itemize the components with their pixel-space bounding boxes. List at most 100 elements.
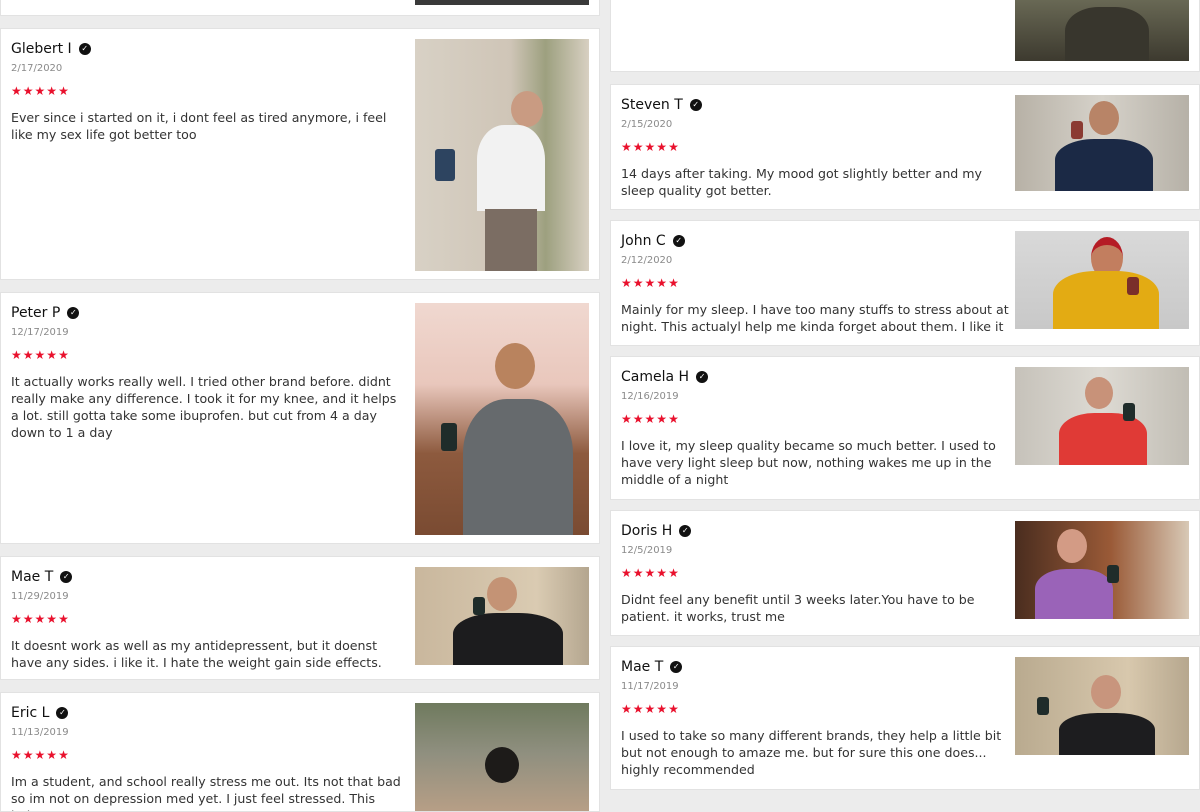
verified-icon: ✓: [679, 525, 692, 537]
review-photo[interactable]: [415, 567, 589, 665]
verified-icon: ✓: [60, 571, 73, 583]
star-rating: ★ ★ ★ ★ ★: [11, 613, 69, 625]
star-icon: ★: [46, 348, 58, 362]
review-text: 14 days after taking. My mood got slight…: [621, 166, 983, 198]
star-icon: ★: [656, 702, 668, 716]
star-icon: ★: [621, 140, 632, 154]
star-icon: ★: [34, 612, 46, 626]
star-icon: ★: [621, 412, 632, 426]
star-rating: ★ ★ ★ ★ ★: [11, 85, 69, 97]
review-card: Steven T ✓ 2/15/2020 ★ ★ ★ ★ ★ 14 days after …: [610, 84, 1200, 210]
review-date: 12/5/2019: [621, 545, 673, 556]
star-icon: ★: [11, 84, 22, 98]
star-rating: ★ ★ ★ ★ ★: [11, 749, 69, 761]
star-icon: ★: [58, 748, 69, 762]
review-photo[interactable]: [415, 703, 589, 811]
review-photo[interactable]: [1015, 521, 1189, 619]
review-date: 11/17/2019: [621, 681, 679, 692]
review-photo[interactable]: [415, 0, 589, 5]
review-text: Mainly for my sleep. I have too many stu…: [621, 302, 1009, 334]
star-icon: ★: [46, 84, 58, 98]
reviewer-name: Peter P: [11, 305, 61, 321]
star-icon: ★: [34, 84, 46, 98]
star-icon: ★: [46, 612, 58, 626]
star-icon: ★: [46, 748, 58, 762]
star-rating: ★ ★ ★ ★ ★: [621, 703, 679, 715]
reviewer-name: Steven T: [621, 97, 683, 113]
review-text: Didnt feel any benefit until 3 weeks lat…: [621, 592, 975, 624]
reviewer-name: Doris H: [621, 523, 673, 539]
review-card-partial-top-left: [0, 0, 600, 16]
reviewer-name: Eric L: [11, 705, 50, 721]
star-icon: ★: [58, 348, 69, 362]
review-photo[interactable]: [1015, 231, 1189, 329]
review-photo[interactable]: [415, 39, 589, 271]
review-date: 12/16/2019: [621, 391, 679, 402]
star-icon: ★: [34, 748, 46, 762]
star-icon: ★: [632, 566, 644, 580]
review-text: I used to take so many different brands,…: [621, 728, 1002, 777]
review-photo[interactable]: [1015, 95, 1189, 191]
star-icon: ★: [58, 84, 69, 98]
review-text: Im a student, and school really stress m…: [11, 774, 401, 811]
star-icon: ★: [22, 348, 34, 362]
review-card: Mae T ✓ 11/17/2019 ★ ★ ★ ★ ★ I used to take s…: [610, 646, 1200, 790]
star-rating: ★ ★ ★ ★ ★: [11, 349, 69, 361]
star-rating: ★ ★ ★ ★ ★: [621, 141, 679, 153]
star-icon: ★: [644, 140, 656, 154]
star-icon: ★: [644, 276, 656, 290]
verified-icon: ✓: [67, 307, 80, 319]
review-card: Camela H ✓ 12/16/2019 ★ ★ ★ ★ ★ I love it, my…: [610, 356, 1200, 500]
review-text: It actually works really well. I tried o…: [11, 374, 397, 440]
star-icon: ★: [11, 348, 22, 362]
star-icon: ★: [656, 412, 668, 426]
review-photo[interactable]: [1015, 367, 1189, 465]
verified-icon: ✓: [696, 371, 709, 383]
star-icon: ★: [632, 140, 644, 154]
review-date: 2/12/2020: [621, 255, 673, 266]
verified-icon: ✓: [672, 235, 685, 247]
review-text: I love it, my sleep quality became so mu…: [621, 438, 996, 487]
review-photo[interactable]: [1015, 657, 1189, 755]
reviewer-name: Glebert I: [11, 41, 72, 57]
review-text: It doesnt work as well as my antidepress…: [11, 638, 382, 670]
review-card-partial-top-right: [610, 0, 1200, 72]
star-icon: ★: [22, 84, 34, 98]
star-icon: ★: [668, 702, 679, 716]
review-card: John C ✓ 2/12/2020 ★ ★ ★ ★ ★ Mainly for my sl…: [610, 220, 1200, 346]
review-photo[interactable]: [415, 303, 589, 535]
star-icon: ★: [11, 612, 22, 626]
review-card: Mae T ✓ 11/29/2019 ★ ★ ★ ★ ★ It doesnt work a…: [0, 556, 600, 680]
review-card: Peter P ✓ 12/17/2019 ★ ★ ★ ★ ★ It actually wo…: [0, 292, 600, 544]
star-rating: ★ ★ ★ ★ ★: [621, 277, 679, 289]
review-date: 12/17/2019: [11, 327, 69, 338]
star-icon: ★: [22, 612, 34, 626]
review-date: 11/29/2019: [11, 591, 69, 602]
star-icon: ★: [621, 276, 632, 290]
verified-icon: ✓: [689, 99, 702, 111]
star-icon: ★: [644, 412, 656, 426]
review-text: Ever since i started on it, i dont feel …: [11, 110, 387, 142]
review-date: 2/17/2020: [11, 63, 63, 74]
review-card: Doris H ✓ 12/5/2019 ★ ★ ★ ★ ★ Didnt feel any …: [610, 510, 1200, 636]
verified-icon: ✓: [78, 43, 91, 55]
star-icon: ★: [656, 566, 668, 580]
star-icon: ★: [668, 412, 679, 426]
star-icon: ★: [644, 702, 656, 716]
star-icon: ★: [22, 748, 34, 762]
star-rating: ★ ★ ★ ★ ★: [621, 413, 679, 425]
star-icon: ★: [58, 612, 69, 626]
star-icon: ★: [11, 748, 22, 762]
reviewer-name: Mae T: [621, 659, 664, 675]
star-icon: ★: [632, 412, 644, 426]
star-icon: ★: [632, 276, 644, 290]
verified-icon: ✓: [670, 661, 683, 673]
star-icon: ★: [668, 566, 679, 580]
star-icon: ★: [668, 276, 679, 290]
review-card: Eric L ✓ 11/13/2019 ★ ★ ★ ★ ★ Im a student, a…: [0, 692, 600, 812]
star-icon: ★: [621, 566, 632, 580]
review-photo[interactable]: [1015, 0, 1189, 61]
verified-icon: ✓: [56, 707, 69, 719]
star-icon: ★: [668, 140, 679, 154]
star-icon: ★: [621, 702, 632, 716]
